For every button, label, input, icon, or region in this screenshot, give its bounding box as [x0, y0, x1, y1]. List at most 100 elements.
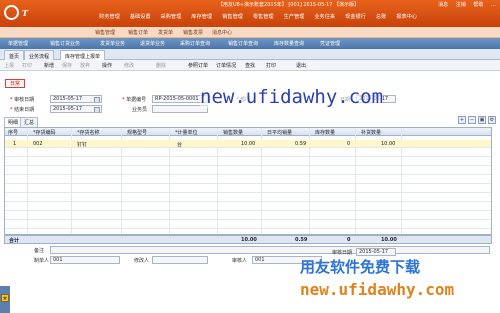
auditor-label: 审核人 — [232, 258, 248, 264]
watermark-cn-text: 用友软件免费下载 — [300, 258, 421, 276]
tab-stock-report[interactable]: 库存管理上报单 — [60, 50, 106, 60]
save-button[interactable]: 保存 — [62, 62, 72, 69]
table-row[interactable] — [5, 221, 491, 229]
col-header: *存货编码 — [33, 130, 56, 136]
func-tab[interactable]: 发货单业务 — [100, 40, 125, 47]
grid-header: 序号 *存货编码 *存货名称 规格型号 *计量单位 销售数量 日平均销量 库存数… — [5, 128, 491, 136]
staff-label: 业务员 — [132, 107, 148, 113]
cell-code[interactable]: 002 — [33, 141, 43, 147]
order-status-button[interactable]: 订单情况 — [216, 62, 236, 69]
func-tab[interactable]: 单据管理 — [8, 40, 28, 47]
main-menu: 财务管理 基础设置 采购管理 库存管理 销售管理 零售管理 生产管理 业务往来 … — [94, 13, 422, 20]
table-row[interactable] — [5, 185, 491, 193]
discard-button[interactable]: 放弃 — [80, 62, 90, 69]
menu-item[interactable]: 总账 — [371, 13, 391, 20]
new-button[interactable]: 新增 — [44, 62, 54, 69]
col-header: 日平均销量 — [267, 130, 293, 136]
cell-unit[interactable]: 台 — [177, 141, 182, 148]
menu-item[interactable]: 现金银行 — [340, 13, 371, 20]
table-row[interactable] — [5, 194, 491, 202]
function-tabstrip: 单据管理 销售订货业务 发货单业务 退货单业务 采购订单查询 销售订单查询 库存… — [0, 38, 500, 49]
func-tab[interactable]: 销售订单查询 — [228, 40, 258, 47]
edit-button[interactable]: 修改 — [124, 62, 134, 69]
cell-sales-qty[interactable]: 10.00 — [241, 141, 255, 147]
cell-no: 1 — [13, 141, 17, 147]
find-button[interactable]: 查找 — [245, 62, 255, 69]
menu-item[interactable]: 零售管理 — [248, 13, 279, 20]
table-row[interactable] — [5, 158, 491, 166]
logout-link[interactable]: 注销 — [456, 2, 466, 8]
func-tab[interactable]: 采购订单查询 — [180, 40, 210, 47]
table-row[interactable] — [5, 203, 491, 211]
favorite-star-icon[interactable]: ★ — [1, 294, 9, 302]
col-header: *计量单位 — [175, 130, 198, 136]
operation-menu[interactable]: 操作 — [102, 62, 112, 69]
maker-field: 001 — [50, 256, 120, 264]
table-row[interactable]: 1 002 钉钉 台 10.00 0.59 0 10.00 — [5, 140, 491, 148]
func-tab[interactable]: 凭证管理 — [320, 40, 340, 47]
calendar-icon[interactable] — [94, 107, 100, 112]
cell-avg-sales[interactable]: 0.59 — [295, 141, 306, 147]
menu-item[interactable]: 财务管理 — [94, 13, 125, 20]
grid-copy-icon[interactable]: ▣ — [478, 116, 486, 124]
nav2-item[interactable]: 销售订单 — [128, 29, 148, 36]
print-button[interactable]: 打印 — [266, 62, 276, 69]
calendar-icon[interactable] — [94, 97, 100, 102]
col-header: *存货名称 — [77, 130, 100, 136]
col-header: 补货数量 — [361, 130, 382, 136]
toolbar: 上报 打印 新增 保存 放弃 操作 修改 删除 参照订单 订单情况 查找 打印 … — [0, 60, 500, 71]
doc-no-label: * 单据编号 — [122, 97, 147, 103]
menu-item[interactable]: 基础设置 — [125, 13, 156, 20]
secondary-nav: 销售管理 销售订单 发货单 销售发票 消息中心 — [0, 27, 500, 38]
maker-label: 制单人 — [34, 258, 50, 264]
nav2-item[interactable]: 销售管理 — [95, 29, 115, 36]
document-tabs: 首页 业务流程 库存管理上报单 — [0, 49, 500, 60]
table-row[interactable] — [5, 149, 491, 157]
func-tab[interactable]: 库存数量查询 — [274, 40, 304, 47]
start-date-field[interactable]: 2015-05-17 — [50, 95, 102, 103]
grid-add-icon[interactable]: + — [458, 116, 466, 124]
watermark-url-bottom: new.ufidawhy.com — [300, 280, 455, 299]
grid-delete-icon[interactable]: − — [468, 116, 476, 124]
watermark-url-top: new.ufidawhy.com — [200, 86, 384, 108]
menu-item[interactable]: 业务往来 — [309, 13, 340, 20]
nav2-item[interactable]: 销售发票 — [183, 29, 203, 36]
menu-item[interactable]: 库存管理 — [186, 13, 217, 20]
menu-item[interactable]: 采购管理 — [156, 13, 187, 20]
top-banner: T 【用友U8+演示账套2015年】 [001] 2015-05-17 【演示版… — [0, 0, 500, 27]
grid-toolbar: + − ▣ ⚙ — [458, 116, 496, 124]
grid-setting-icon[interactable]: ⚙ — [488, 116, 496, 124]
report-button[interactable]: 上报 — [4, 62, 14, 69]
tab-business-flow[interactable]: 业务流程 — [24, 50, 55, 60]
remark-field[interactable] — [50, 246, 490, 254]
delete-button[interactable]: 删除 — [156, 62, 166, 69]
menu-item[interactable]: 生产管理 — [279, 13, 310, 20]
ref-order-button[interactable]: 参照订单 — [188, 62, 208, 69]
start-date-label: * 审核日期 — [10, 97, 35, 103]
session-info: 【用友U8+演示账套2015年】 [001] 2015-05-17 【演示版】 — [218, 2, 360, 8]
func-tab[interactable]: 退货单业务 — [140, 40, 165, 47]
nav2-item[interactable]: 消息中心 — [212, 29, 232, 36]
exit-button[interactable]: 退出 — [296, 62, 306, 69]
total-label: 合计 — [9, 238, 20, 244]
cell-name[interactable]: 钉钉 — [77, 141, 87, 148]
table-row[interactable] — [5, 212, 491, 220]
col-header: 规格型号 — [127, 130, 148, 136]
table-row[interactable] — [5, 176, 491, 184]
end-date-field[interactable]: 2015-05-17 — [50, 105, 102, 113]
menu-item[interactable]: 销售管理 — [217, 13, 248, 20]
cell-replenish-qty[interactable]: 10.00 — [381, 141, 395, 147]
nav2-item[interactable]: 发货单 — [158, 29, 173, 36]
logo-brand-text: T — [22, 8, 28, 18]
table-row[interactable] — [5, 167, 491, 175]
menu-item[interactable]: 报表中心 — [391, 13, 422, 20]
message-link[interactable]: 消息 — [438, 2, 448, 8]
tab-home[interactable]: 首页 — [4, 50, 25, 60]
func-tab[interactable]: 销售订货业务 — [50, 40, 80, 47]
cell-stock-qty[interactable]: 0 — [347, 141, 350, 147]
remark-label: 备注 — [34, 248, 45, 254]
more-link[interactable]: … — [491, 2, 496, 8]
help-link[interactable]: 帮助 — [473, 2, 483, 8]
print-preview-button[interactable]: 打印 — [22, 62, 32, 69]
end-date-label: * 结束日期 — [10, 107, 35, 113]
